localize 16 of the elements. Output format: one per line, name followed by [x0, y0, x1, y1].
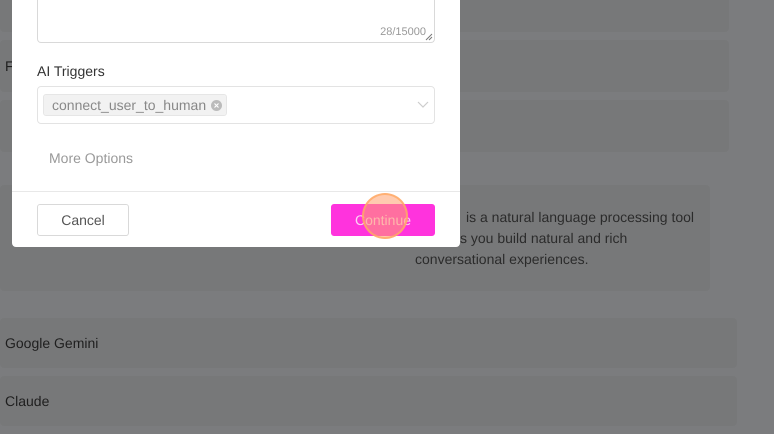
- chevron-down-icon: [417, 101, 429, 109]
- provider-name: Claude: [5, 393, 50, 409]
- resize-handle-icon[interactable]: [425, 33, 433, 41]
- more-options-link[interactable]: More Options: [49, 150, 134, 166]
- triggers-select[interactable]: connect_user_to_human: [37, 86, 435, 124]
- field-label: AI Triggers: [37, 63, 106, 79]
- provider-card[interactable]: Google Gemini: [0, 318, 737, 368]
- character-counter: 28/15000: [380, 26, 426, 38]
- text-area[interactable]: 28/15000: [37, 0, 435, 43]
- provider-card[interactable]: Claude: [0, 376, 737, 426]
- provider-name: Google Gemini: [5, 335, 98, 351]
- description-line: is a natural language processing tool: [466, 208, 694, 227]
- tag-label: connect_user_to_human: [52, 97, 206, 113]
- cancel-button[interactable]: Cancel: [37, 204, 129, 236]
- description-line: conversational experiences.: [415, 250, 589, 269]
- description-line: s you build natural and rich: [460, 229, 628, 248]
